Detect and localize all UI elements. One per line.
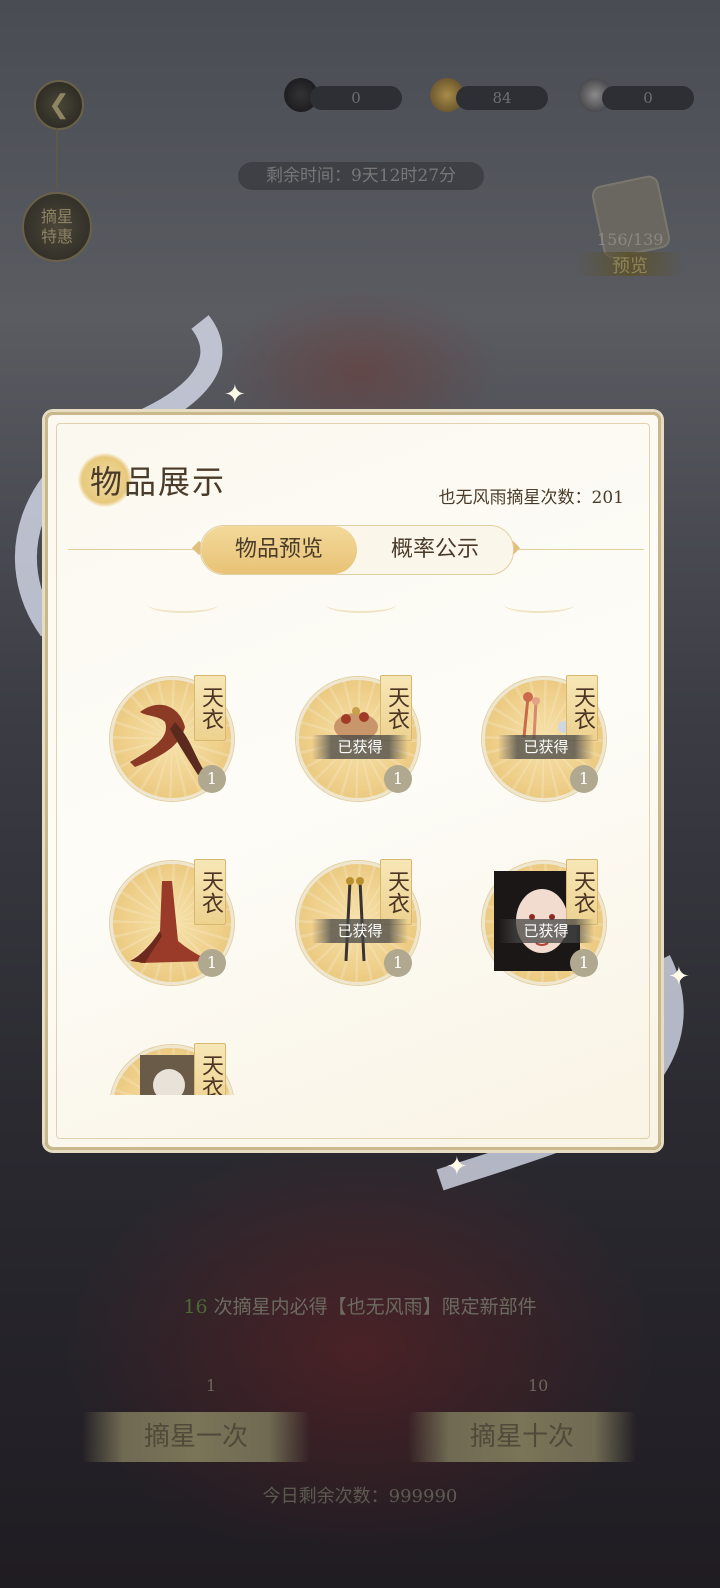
tab-bar: 物品预览 概率公示 — [200, 525, 514, 575]
sparkle-icon: ✦ — [224, 380, 246, 410]
item-slot[interactable]: 天衣 已获得 1 — [472, 851, 612, 991]
divider — [68, 549, 200, 550]
owned-badge: 已获得 — [498, 735, 594, 759]
item-tag: 天衣 — [566, 675, 598, 741]
draw-one-cost: 1 — [206, 1376, 217, 1395]
item-tag: 天衣 — [194, 675, 226, 741]
item-slot[interactable]: 天衣 1 — [100, 667, 240, 807]
item-slot[interactable]: 天衣 已获得 1 — [472, 667, 612, 807]
draw-one-button[interactable]: 摘星一次 — [82, 1412, 310, 1462]
modal-title: 物品展示 — [90, 463, 227, 501]
row-edge — [504, 597, 574, 613]
sparkle-icon: ✦ — [668, 962, 690, 992]
item-qty: 1 — [384, 765, 412, 793]
row-edge — [148, 597, 218, 613]
item-tag: 天衣 — [380, 859, 412, 925]
item-display-modal: 物品展示 也无风雨摘星次数：201 物品预览 概率公示 天衣 1 天衣 已获得 … — [45, 412, 661, 1150]
daily-remaining: 今日剩余次数：999990 — [262, 1486, 458, 1507]
item-tag: 天衣 — [566, 859, 598, 925]
tab-probability[interactable]: 概率公示 — [357, 526, 513, 574]
item-slot[interactable]: 天衣 已获得 1 — [286, 851, 426, 991]
item-tag: 天衣 — [194, 1043, 226, 1095]
draw-count: 也无风雨摘星次数：201 — [438, 488, 624, 508]
owned-badge: 已获得 — [312, 735, 408, 759]
item-qty: 1 — [570, 949, 598, 977]
row-edge — [326, 597, 396, 613]
item-slot[interactable]: 天衣 — [100, 1035, 240, 1095]
tab-item-preview[interactable]: 物品预览 — [201, 526, 357, 574]
owned-badge: 已获得 — [498, 919, 594, 943]
item-grid: 天衣 1 天衣 已获得 1 天衣 已获得 1 天衣 1 天衣 已获得 1 天衣 … — [48, 575, 658, 1095]
item-tag: 天衣 — [380, 675, 412, 741]
draw-ten-button[interactable]: 摘星十次 — [408, 1412, 636, 1462]
item-qty: 1 — [198, 765, 226, 793]
item-slot[interactable]: 天衣 1 — [100, 851, 240, 991]
item-tag: 天衣 — [194, 859, 226, 925]
draw-ten-cost: 10 — [528, 1376, 549, 1395]
item-qty: 1 — [570, 765, 598, 793]
sparkle-icon: ✦ — [446, 1152, 468, 1182]
divider — [514, 549, 644, 550]
item-qty: 1 — [384, 949, 412, 977]
item-slot[interactable]: 天衣 已获得 1 — [286, 667, 426, 807]
guarantee-count: 16 — [183, 1296, 208, 1318]
item-qty: 1 — [198, 949, 226, 977]
guarantee-text: 次摘星内必得【也无风雨】限定新部件 — [207, 1296, 537, 1318]
owned-badge: 已获得 — [312, 919, 408, 943]
guarantee-info: 16 次摘星内必得【也无风雨】限定新部件 — [0, 1292, 720, 1319]
